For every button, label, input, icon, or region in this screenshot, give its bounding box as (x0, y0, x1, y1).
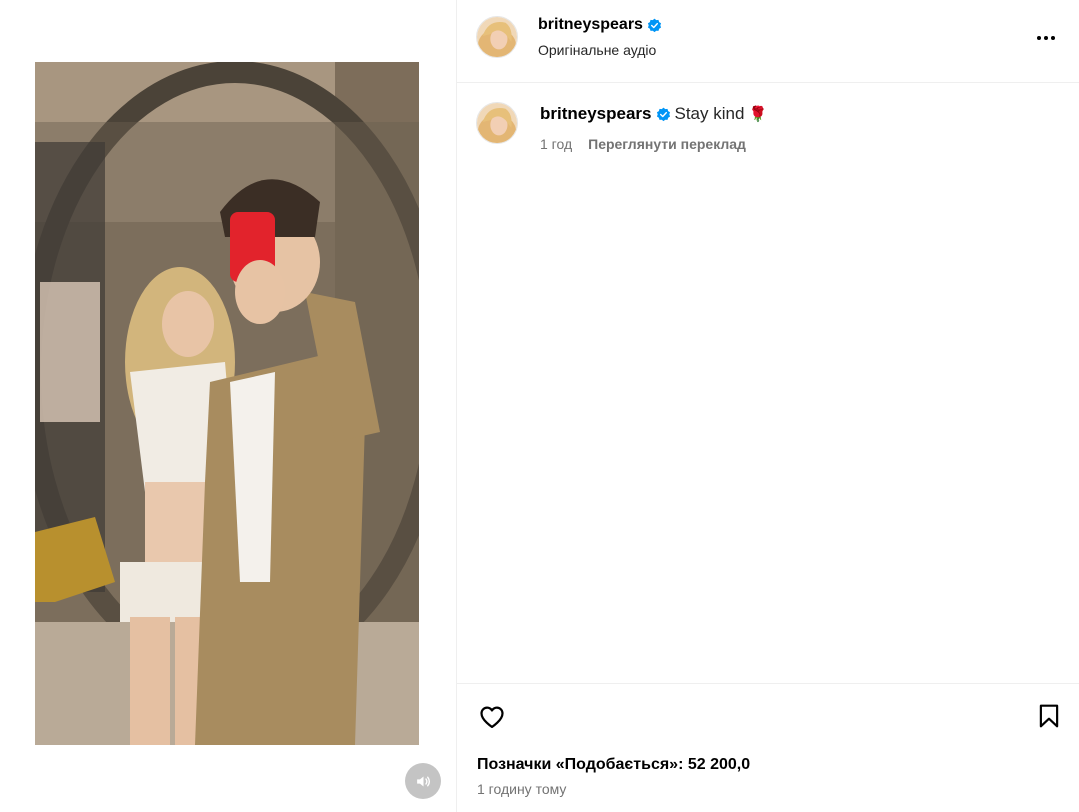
like-button[interactable] (476, 702, 508, 734)
comment-meta: 1 год Переглянути переклад (540, 136, 746, 152)
post-actions: Позначки «Подобається»: 52 200,0 1 годин… (457, 683, 1079, 812)
save-button[interactable] (1035, 702, 1063, 732)
profile-photo (477, 103, 517, 143)
avatar[interactable] (476, 102, 518, 144)
likes-count[interactable]: Позначки «Подобається»: 52 200,0 (477, 756, 750, 774)
more-options-icon-dot (1044, 36, 1048, 40)
comment-username[interactable]: britneyspears (540, 104, 652, 124)
speaker-icon (416, 776, 430, 786)
post-media[interactable] (35, 62, 419, 745)
media-pane (0, 0, 457, 812)
more-options-button[interactable] (1031, 26, 1061, 50)
post-header: britneyspears Оригінальне аудіо (457, 0, 1079, 83)
post-timestamp[interactable]: 1 годину тому (477, 781, 566, 797)
mirror-selfie-photo (35, 62, 419, 745)
profile-photo (477, 17, 517, 57)
audio-link[interactable]: Оригінальне аудіо (538, 42, 656, 58)
username-text[interactable]: britneyspears (538, 16, 643, 34)
verified-badge-icon (656, 107, 670, 121)
rose-emoji: 🌹 (748, 106, 768, 123)
info-pane: britneyspears Оригінальне аудіо britneys… (457, 0, 1079, 812)
more-options-icon (1037, 36, 1041, 40)
caption-text: Stay kind (674, 104, 745, 123)
post-username[interactable]: britneyspears (538, 16, 662, 34)
avatar[interactable] (476, 16, 518, 58)
verified-badge-icon (647, 18, 661, 32)
bookmark-icon (1039, 704, 1059, 728)
comment-time[interactable]: 1 год (540, 136, 572, 152)
mute-toggle-button[interactable] (405, 763, 441, 799)
see-translation-link[interactable]: Переглянути переклад (588, 136, 746, 152)
heart-icon (480, 706, 504, 728)
more-options-icon-dot (1051, 36, 1055, 40)
caption-line: britneyspears Stay kind 🌹 (540, 104, 767, 124)
